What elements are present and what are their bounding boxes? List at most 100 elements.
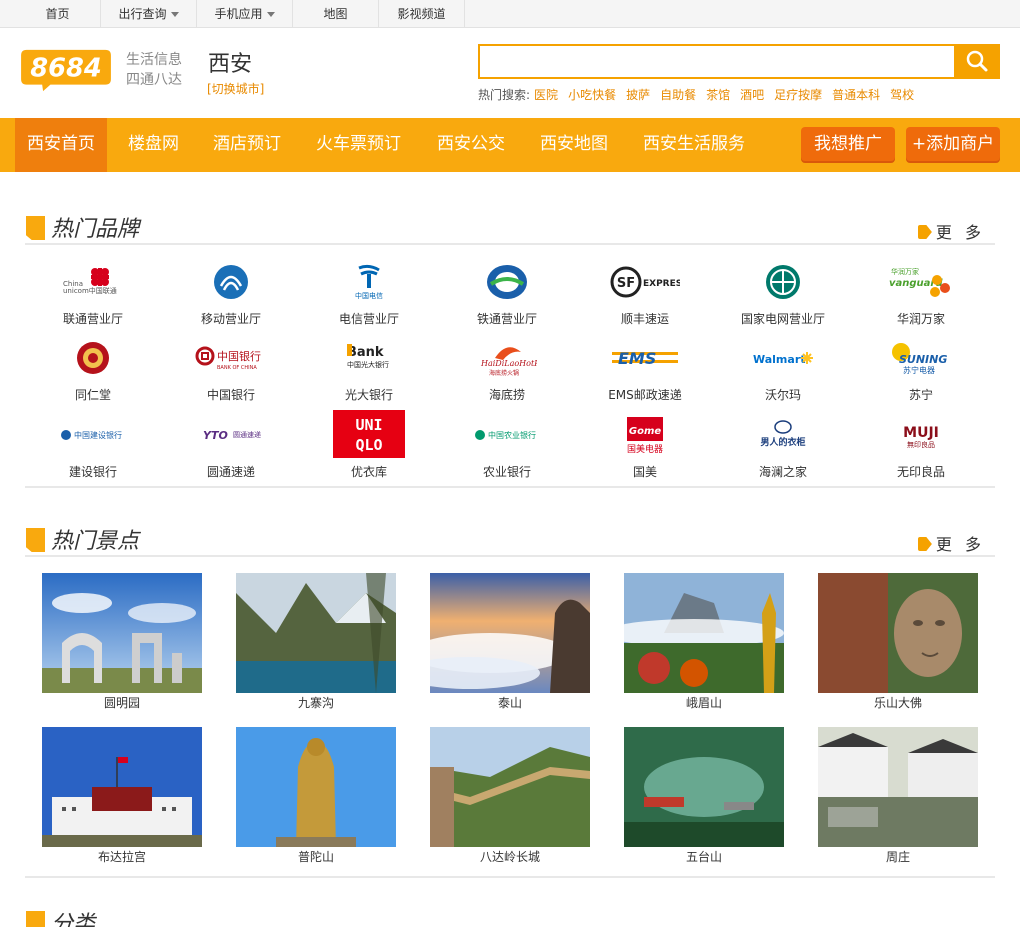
hot-link[interactable]: 足疗按摩 <box>774 86 822 103</box>
brand-item[interactable]: Gome 国美电器 国美 <box>585 413 705 483</box>
hot-link[interactable]: 医院 <box>534 86 558 103</box>
brand-item[interactable]: 国家电网营业厅 <box>723 260 843 330</box>
more-link[interactable]: 更 多 <box>917 531 985 555</box>
spot-card[interactable]: 普陀山 <box>236 727 396 867</box>
svg-text:Walmart: Walmart <box>753 353 806 366</box>
spot-card[interactable]: 八达岭长城 <box>430 727 590 867</box>
svg-text:HaiDiLaoHotPot: HaiDiLaoHotPot <box>480 359 537 368</box>
svg-text:MUJI: MUJI <box>903 425 939 441</box>
spot-card[interactable]: 周庄 <box>818 727 978 867</box>
brand-item[interactable]: YTO 圆通速递 圆通速递 <box>171 413 291 483</box>
topbar-map-link[interactable]: 地图 <box>293 0 379 28</box>
spot-card[interactable]: 布达拉宫 <box>42 727 202 867</box>
brand-item[interactable]: 移动营业厅 <box>171 260 291 330</box>
svg-text:中国建设银行: 中国建设银行 <box>74 430 122 440</box>
slogan: 生活信息 四通八达 <box>126 52 182 88</box>
current-city: 西安 <box>208 52 253 77</box>
spot-image <box>236 727 396 847</box>
section-flag-icon <box>26 911 45 927</box>
category-section-header: 分类 <box>25 900 995 927</box>
spot-card[interactable]: 峨眉山 <box>624 573 784 713</box>
hot-link[interactable]: 酒吧 <box>740 86 764 103</box>
add-merchant-button[interactable]: +添加商户 <box>906 127 1000 161</box>
brand-item[interactable]: 中国农业银行 农业银行 <box>447 413 567 483</box>
brand-item[interactable]: 中国建设银行 建设银行 <box>33 413 153 483</box>
abc-logo-icon: 中国农业银行 <box>447 413 567 457</box>
brand-item[interactable]: 中国银行 BANK OF CHINA 中国银行 <box>171 336 291 406</box>
haidilao-logo-icon: HaiDiLaoHotPot 海底捞火锅 <box>447 336 567 380</box>
nav-item-bus[interactable]: 西安公交 <box>437 118 505 172</box>
brand-item[interactable]: MUJI 無印良品 无印良品 <box>861 413 981 483</box>
hot-link[interactable]: 茶馆 <box>706 86 730 103</box>
svg-text:中国光大银行: 中国光大银行 <box>347 360 389 369</box>
switch-city-link[interactable]: [切换城市] <box>207 80 264 97</box>
spot-image <box>818 573 978 693</box>
tag-icon <box>917 537 932 551</box>
brand-item[interactable]: 华润万家 vanguard 华润万家 <box>861 260 981 330</box>
nav-item-map[interactable]: 西安地图 <box>540 118 608 172</box>
divider <box>25 486 995 488</box>
brand-item[interactable]: 男人的衣柜 海澜之家 <box>723 413 843 483</box>
hot-link[interactable]: 驾校 <box>890 86 914 103</box>
tag-icon <box>917 225 932 239</box>
svg-text:中国银行: 中国银行 <box>217 349 261 363</box>
spot-image <box>430 727 590 847</box>
hot-link[interactable]: 自助餐 <box>660 86 696 103</box>
brand-item[interactable]: 同仁堂 <box>33 336 153 406</box>
topbar-mobile-dropdown[interactable]: 手机应用 <box>197 0 293 28</box>
nav-item-property[interactable]: 楼盘网 <box>128 118 179 172</box>
brand-item[interactable]: Bank 中国光大银行 光大银行 <box>309 336 429 406</box>
ems-logo-icon: EMS <box>585 336 705 380</box>
svg-text:QLO: QLO <box>355 436 382 454</box>
vanguard-logo-icon: 华润万家 vanguard <box>861 260 981 304</box>
section-flag-icon <box>26 528 45 552</box>
more-link[interactable]: 更 多 <box>917 219 985 243</box>
spot-image <box>430 573 590 693</box>
spot-card[interactable]: 乐山大佛 <box>818 573 978 713</box>
brand-item[interactable]: China unicom中国联通 联通营业厅 <box>33 260 153 330</box>
sf-express-logo-icon: SF EXPRESS <box>585 260 705 304</box>
promote-button[interactable]: 我想推广 <box>801 127 895 161</box>
search-input[interactable] <box>480 46 954 77</box>
brand-item[interactable]: SUNING 苏宁电器 苏宁 <box>861 336 981 406</box>
hot-link[interactable]: 普通本科 <box>832 86 880 103</box>
bank-of-china-logo-icon: 中国银行 BANK OF CHINA <box>171 336 291 380</box>
spot-card[interactable]: 泰山 <box>430 573 590 713</box>
brands-section-header: 热门品牌 更 多 <box>25 205 995 245</box>
logo-8684[interactable]: 8684 <box>15 48 117 92</box>
nav-item-home[interactable]: 西安首页 <box>15 118 107 172</box>
topbar-home-link[interactable]: 首页 <box>15 0 101 28</box>
nav-item-hotel[interactable]: 酒店预订 <box>213 118 281 172</box>
spot-image <box>42 573 202 693</box>
section-title: 分类 <box>51 912 96 927</box>
search-button[interactable] <box>955 44 1000 79</box>
hot-link[interactable]: 小吃快餐 <box>568 86 616 103</box>
everbright-bank-logo-icon: Bank 中国光大银行 <box>309 336 429 380</box>
svg-text:圆通速递: 圆通速递 <box>233 430 261 439</box>
svg-text:Gome: Gome <box>629 426 661 437</box>
svg-text:中国电信: 中国电信 <box>355 291 383 300</box>
spot-card[interactable]: 九寨沟 <box>236 573 396 713</box>
brand-item[interactable]: SF EXPRESS 顺丰速运 <box>585 260 705 330</box>
gome-logo-icon: Gome 国美电器 <box>585 413 705 457</box>
hot-link[interactable]: 披萨 <box>626 86 650 103</box>
topbar-video-link[interactable]: 影视频道 <box>379 0 465 28</box>
uniqlo-logo-icon: UNI QLO <box>309 410 429 458</box>
yto-logo-icon: YTO 圆通速递 <box>171 413 291 457</box>
header: 8684 生活信息 四通八达 西安 [切换城市] 热门搜索: 医院 小吃快餐 披… <box>0 28 1020 118</box>
muji-logo-icon: MUJI 無印良品 <box>861 413 981 457</box>
brand-item[interactable]: 铁通营业厅 <box>447 260 567 330</box>
spot-card[interactable]: 圆明园 <box>42 573 202 713</box>
brand-item[interactable]: HaiDiLaoHotPot 海底捞火锅 海底捞 <box>447 336 567 406</box>
topbar-travel-dropdown[interactable]: 出行查询 <box>101 0 197 28</box>
nav-item-train[interactable]: 火车票预订 <box>316 118 401 172</box>
brand-item[interactable]: UNI QLO 优衣库 <box>309 410 429 483</box>
brand-item[interactable]: 中国电信 电信营业厅 <box>309 260 429 330</box>
svg-text:苏宁电器: 苏宁电器 <box>903 365 935 375</box>
brand-item[interactable]: EMS EMS邮政速递 <box>585 336 705 406</box>
svg-text:Bank: Bank <box>347 345 384 360</box>
nav-item-life-services[interactable]: 西安生活服务 <box>643 118 745 172</box>
svg-text:国美电器: 国美电器 <box>627 443 663 455</box>
spot-card[interactable]: 五台山 <box>624 727 784 867</box>
brand-item[interactable]: Walmart 沃尔玛 <box>723 336 843 406</box>
